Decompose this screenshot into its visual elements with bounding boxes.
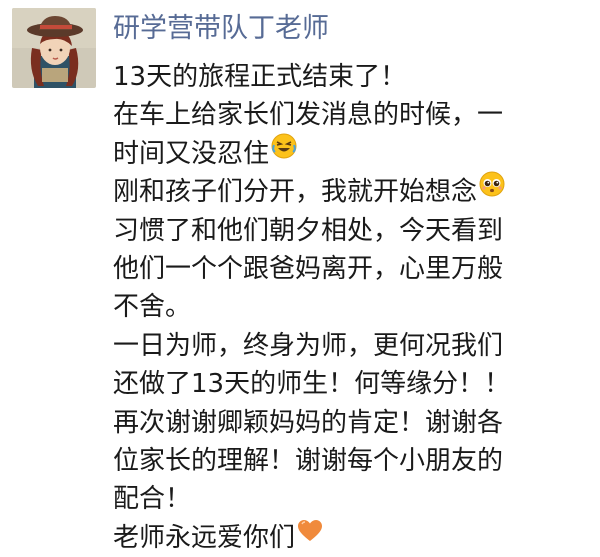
post-line: 时间又没忍住 [113,132,595,173]
author-name[interactable]: 研学营带队丁老师 [113,10,329,48]
post-line: 位家长的理解！谢谢每个小朋友的 [113,445,504,476]
post-body: 13天的旅程正式结束了！ 在车上给家长们发消息的时候，一 时间又没忍住 刚和孩子… [113,58,595,557]
post-line: 再次谢谢卿颖妈妈的肯定！谢谢各 [113,407,504,438]
orange-heart-icon [297,516,323,554]
post-line: 不舍。 [113,292,192,323]
post-line: 配合！ [113,484,192,515]
post-line: 还做了13天的师生！何等缘分！！ [113,369,511,400]
avatar[interactable] [12,8,96,88]
post-line: 刚和孩子们分开，我就开始想念 [113,170,595,211]
post-line: 他们一个个跟爸妈离开，心里万般 [113,253,504,284]
post-line: 一日为师，终身为师，更何况我们 [113,330,504,361]
crying-laughing-emoji [271,132,297,170]
post-line: 在车上给家长们发消息的时候，一 [113,100,504,131]
pleading-emoji [479,170,505,208]
post-line: 13天的旅程正式结束了！ [113,62,407,92]
post-line: 习惯了和他们朝夕相处，今天看到 [113,215,504,246]
post-line: 老师永远爱你们 [113,519,595,557]
